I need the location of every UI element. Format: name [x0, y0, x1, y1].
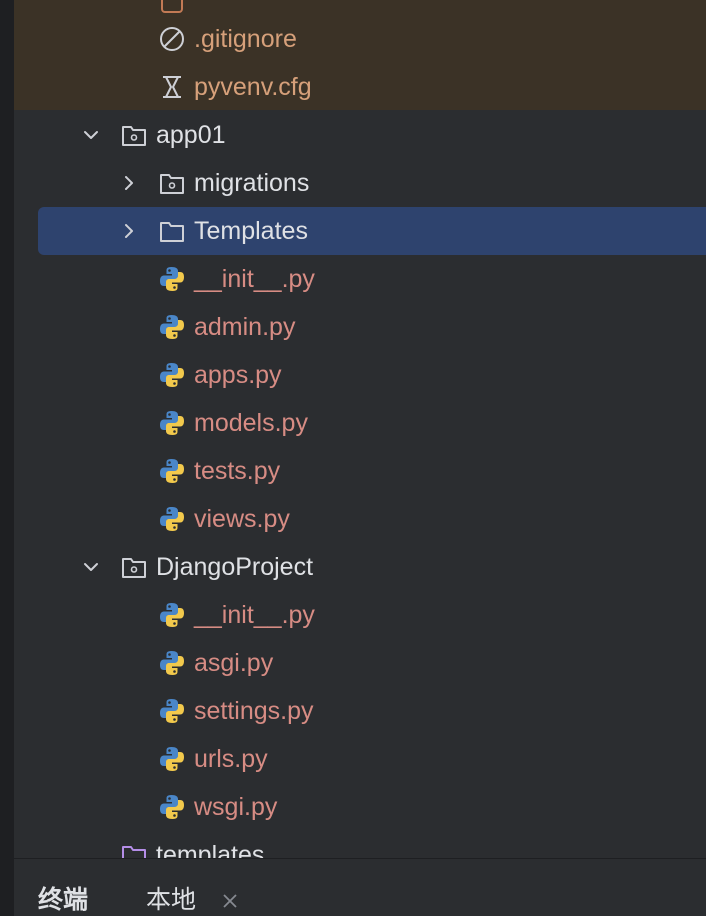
- file-icon: [161, 0, 183, 13]
- tree-item-label: pyvenv.cfg: [194, 73, 312, 101]
- tree-item-label: __init__.py: [194, 265, 315, 293]
- package-folder-icon: [122, 126, 146, 146]
- python-file-icon: [160, 363, 184, 387]
- tree-item-label: __init__.py: [194, 601, 315, 629]
- terminal-tab-bar: 终端 本地: [14, 858, 706, 916]
- ignore-file-icon: [160, 27, 184, 51]
- tree-item-label: .gitignore: [194, 25, 297, 53]
- tree-row-py-file[interactable]: wsgi.py: [38, 783, 706, 831]
- tree-row-templates-selected[interactable]: Templates: [38, 207, 706, 255]
- chevron-down-icon[interactable]: [82, 558, 100, 576]
- chevron-right-icon[interactable]: [120, 222, 138, 240]
- python-file-icon: [160, 459, 184, 483]
- python-file-icon: [160, 795, 184, 819]
- tree-row-migrations[interactable]: migrations: [38, 159, 706, 207]
- tree-item-label: apps.py: [194, 361, 282, 389]
- tree-item-label: settings.py: [194, 697, 314, 725]
- tree-row-py-file[interactable]: asgi.py: [38, 639, 706, 687]
- tree-item-label: wsgi.py: [194, 793, 278, 821]
- tree-item-label: DjangoProject: [156, 553, 314, 581]
- tree-row-py-file[interactable]: __init__.py: [38, 591, 706, 639]
- tree-item-label: admin.py: [194, 313, 296, 341]
- package-folder-icon: [122, 558, 146, 578]
- close-icon[interactable]: [222, 893, 238, 909]
- package-folder-icon: [160, 174, 184, 194]
- python-file-icon: [160, 267, 184, 291]
- tree-row-py-file[interactable]: views.py: [38, 495, 706, 543]
- folder-icon: [160, 222, 184, 242]
- config-file-icon: [163, 76, 181, 98]
- tree-row-py-file[interactable]: tests.py: [38, 447, 706, 495]
- chevron-down-icon[interactable]: [82, 126, 100, 144]
- project-tree-panel: .gitignore pyvenv.cfg app01 migrations T…: [14, 0, 706, 916]
- tree-item-label: views.py: [194, 505, 290, 533]
- tree-row-py-file[interactable]: urls.py: [38, 735, 706, 783]
- tree-row-pyvenv[interactable]: pyvenv.cfg: [38, 63, 706, 111]
- python-file-icon: [160, 603, 184, 627]
- tree-item-label: models.py: [194, 409, 308, 437]
- tree-row-py-file[interactable]: __init__.py: [38, 255, 706, 303]
- tree-item-label: asgi.py: [194, 649, 274, 677]
- tree-row-py-file[interactable]: admin.py: [38, 303, 706, 351]
- python-file-icon: [160, 747, 184, 771]
- tree-row-py-file[interactable]: settings.py: [38, 687, 706, 735]
- tab-terminal[interactable]: 终端: [38, 885, 88, 915]
- tree-item-label: tests.py: [194, 457, 281, 485]
- tree-item-label: migrations: [194, 169, 310, 197]
- python-file-icon: [160, 315, 184, 339]
- python-file-icon: [160, 651, 184, 675]
- python-file-icon: [160, 507, 184, 531]
- tree-row-djangoproject[interactable]: DjangoProject: [38, 543, 706, 591]
- python-file-icon: [160, 699, 184, 723]
- tree-row-py-file[interactable]: apps.py: [38, 351, 706, 399]
- tab-local[interactable]: 本地: [146, 885, 196, 915]
- chevron-right-icon[interactable]: [120, 174, 138, 192]
- tree-item-label: app01: [156, 121, 226, 149]
- tree-item-label: urls.py: [194, 745, 268, 773]
- python-file-icon: [160, 411, 184, 435]
- tree-item-label: Templates: [194, 217, 308, 245]
- tree-row-app01[interactable]: app01: [38, 111, 706, 159]
- tree-row-gitignore[interactable]: .gitignore: [38, 15, 706, 63]
- tree-row-py-file[interactable]: models.py: [38, 399, 706, 447]
